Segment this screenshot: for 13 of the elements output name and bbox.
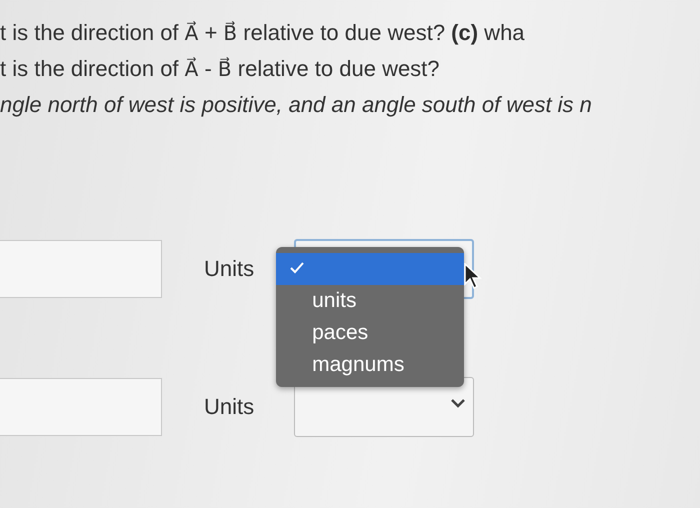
caret-icon [451, 398, 466, 408]
question-text: t is the direction of A⃗ - B⃗ relative to due west? [0, 55, 440, 83]
question-text: ngle north of west is positive, and an angle south of west is n [0, 91, 592, 119]
answer-input[interactable] [0, 240, 162, 298]
units-label: Units [204, 394, 254, 420]
question-text: t is the direction of A⃗ + B⃗ relative to due west? (c) wha [0, 19, 525, 47]
dropdown-option[interactable]: units [276, 285, 464, 317]
dropdown-option[interactable]: paces [276, 317, 464, 349]
units-label: Units [204, 256, 254, 282]
dropdown-option[interactable]: magnums [276, 349, 464, 381]
dropdown-option[interactable] [276, 253, 464, 285]
answer-input[interactable] [0, 378, 162, 436]
checkmark-icon [290, 262, 304, 274]
